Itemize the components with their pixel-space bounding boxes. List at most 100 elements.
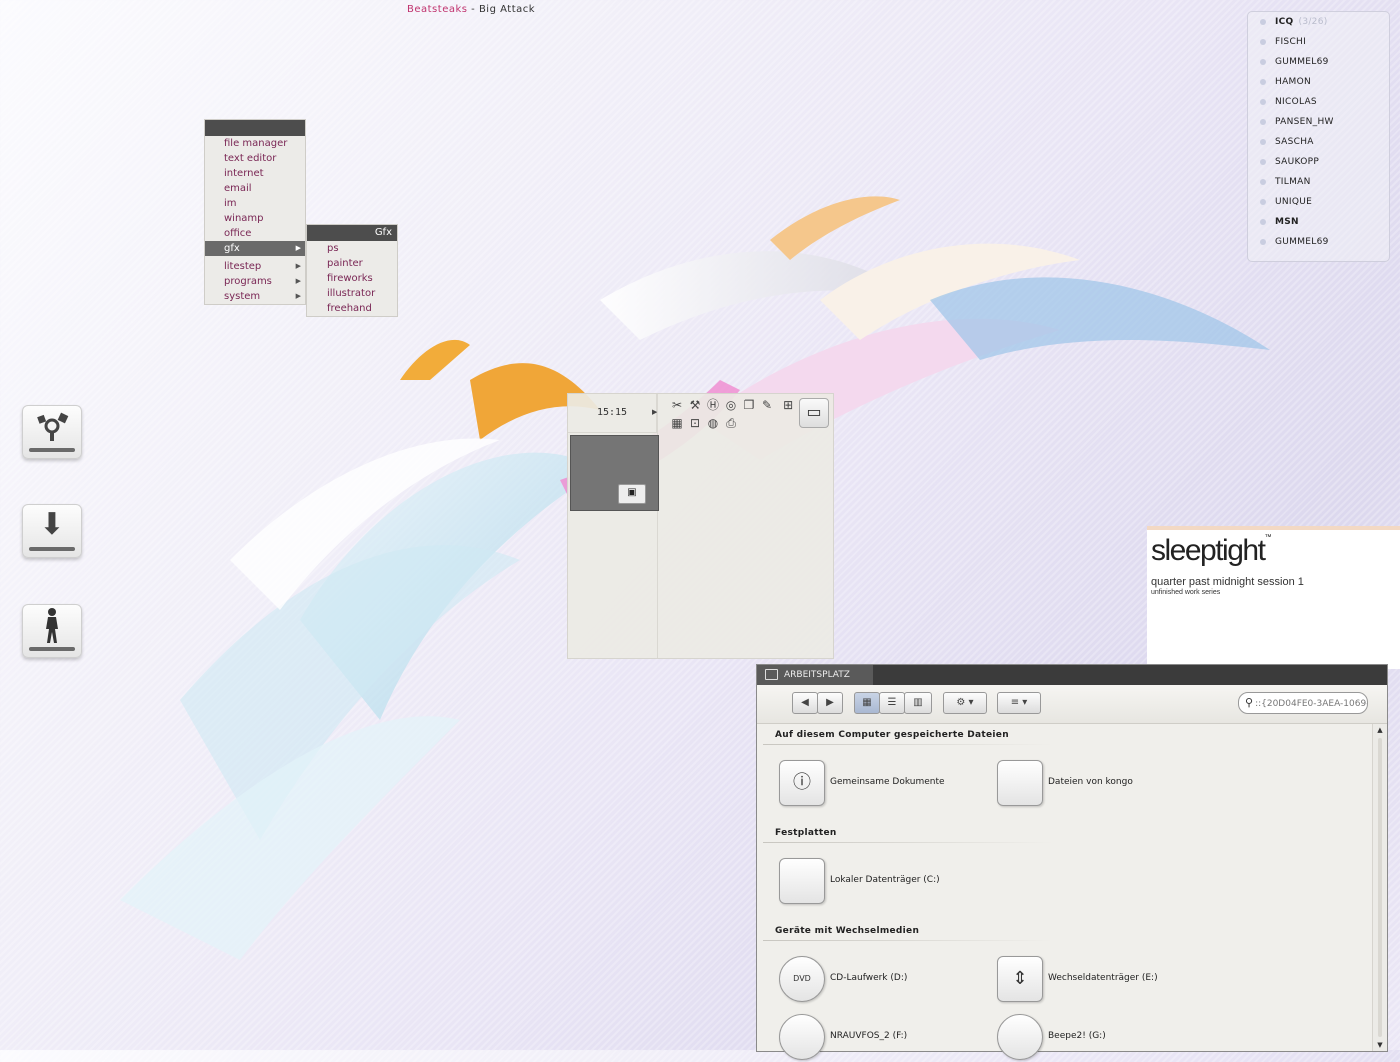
menu-item-internet[interactable]: internet: [205, 166, 305, 181]
tray-h-icon[interactable]: Ⓗ: [705, 397, 721, 413]
address-search-text: ::{20D04FE0-3AEA-1069-A2D8-08002B30309D}: [1255, 699, 1367, 709]
scroll-up-icon[interactable]: ▲: [1373, 726, 1387, 734]
submenu-item-freehand[interactable]: freehand: [307, 301, 397, 316]
buddy-item[interactable]: HAMON: [1248, 72, 1389, 92]
address-search-field[interactable]: ⚲::{20D04FE0-3AEA-1069-A2D8-08002B30309D…: [1238, 692, 1368, 714]
submenu-item-fireworks[interactable]: fireworks: [307, 271, 397, 286]
buddy-group-msn-label: MSN: [1275, 217, 1299, 227]
menu-item-text-editor[interactable]: text editor: [205, 151, 305, 166]
show-desktop-button[interactable]: ▭: [799, 398, 829, 428]
brand-logo: sleeptight™: [1151, 534, 1271, 568]
search-icon: ⚲: [1245, 696, 1254, 709]
buddy-name: UNIQUE: [1275, 197, 1313, 207]
window-titlebar[interactable]: ARBEITSPLATZ: [757, 665, 1387, 685]
buddy-item[interactable]: GUMMEL69: [1248, 52, 1389, 72]
view-columns-button[interactable]: ▥: [904, 692, 932, 714]
status-dot-icon: [1260, 39, 1266, 45]
menu-item-winamp[interactable]: winamp: [205, 211, 305, 226]
drive-slot: [29, 547, 75, 551]
disc-icon: [779, 1014, 825, 1060]
buddy-item[interactable]: GUMMEL69: [1248, 232, 1389, 252]
window-toolbar: ◀ ▶ ▦ ☰ ▥ ⚙ ▾ ≡ ▾ ⚲::{20D04FE0-3AEA-1069…: [757, 685, 1387, 724]
launcher-menu-header: [205, 120, 305, 136]
tray-network-icon[interactable]: ⊞: [780, 397, 796, 413]
menu-item-system[interactable]: system ▶: [205, 289, 305, 304]
window-title-tab[interactable]: ARBEITSPLATZ: [757, 665, 873, 685]
section-removable: Geräte mit Wechselmedien: [775, 926, 920, 936]
menu-item-office[interactable]: office: [205, 226, 305, 241]
status-dot-icon: [1260, 199, 1266, 205]
buddy-group-msn[interactable]: MSN: [1248, 212, 1389, 232]
now-playing-title: - Big Attack: [467, 4, 536, 15]
download-drive-icon[interactable]: ⬇: [22, 504, 82, 558]
view-icons-button[interactable]: ▦: [854, 692, 880, 714]
buddy-item[interactable]: PANSEN_HW: [1248, 112, 1389, 132]
menu-item-programs-label: programs: [224, 276, 272, 287]
scroll-down-icon[interactable]: ▼: [1373, 1041, 1387, 1049]
buddy-name: GUMMEL69: [1275, 57, 1329, 67]
folder-shared-documents-label: Gemeinsame Dokumente: [830, 777, 945, 787]
menu-item-litestep[interactable]: litestep ▶: [205, 259, 305, 274]
view-list-button[interactable]: ☰: [879, 692, 905, 714]
buddy-name: GUMMEL69: [1275, 237, 1329, 247]
buddy-name: HAMON: [1275, 77, 1312, 87]
menu-item-gfx[interactable]: gfx ▶: [205, 241, 305, 256]
buddy-item[interactable]: SASCHA: [1248, 132, 1389, 152]
tray-globe-icon[interactable]: ◍: [705, 415, 721, 431]
section-disks: Festplatten: [775, 828, 837, 838]
firewire-icon: [37, 412, 69, 441]
gfx-submenu-title: Gfx: [307, 225, 397, 241]
back-button[interactable]: ◀: [792, 692, 818, 714]
drive-d-label: CD-Laufwerk (D:): [830, 973, 908, 983]
buddy-name: NICOLAS: [1275, 97, 1317, 107]
window-thumbnail-icon: ▣: [618, 484, 646, 504]
buddy-list: ICQ (3/26) FISCHI GUMMEL69 HAMON NICOLAS …: [1247, 11, 1390, 262]
tray-monitor-icon[interactable]: ▦: [669, 415, 685, 431]
status-dot-icon: [1260, 239, 1266, 245]
forward-button[interactable]: ▶: [817, 692, 843, 714]
tray-printer-icon[interactable]: ⎙: [723, 415, 739, 431]
menu-item-im[interactable]: im: [205, 196, 305, 211]
buddy-group-icq[interactable]: ICQ (3/26): [1248, 12, 1389, 32]
folder-icon: [997, 760, 1043, 806]
submenu-item-painter[interactable]: painter: [307, 256, 397, 271]
section-rule: [763, 940, 1053, 941]
arrange-button[interactable]: ≡ ▾: [997, 692, 1041, 714]
status-dot-icon: [1260, 139, 1266, 145]
status-dot-icon: [1260, 59, 1266, 65]
submenu-item-illustrator[interactable]: illustrator: [307, 286, 397, 301]
tray-pen-icon[interactable]: ✎: [759, 397, 775, 413]
menu-item-programs[interactable]: programs ▶: [205, 274, 305, 289]
tray-scissors-icon[interactable]: ✂: [669, 397, 685, 413]
figure-icon: [46, 608, 58, 643]
download-arrow-icon: ⬇: [39, 507, 65, 542]
buddy-item[interactable]: UNIQUE: [1248, 192, 1389, 212]
tray-window-icon[interactable]: ❐: [741, 397, 757, 413]
buddy-item[interactable]: NICOLAS: [1248, 92, 1389, 112]
buddy-item[interactable]: TILMAN: [1248, 172, 1389, 192]
clock: 15:15: [568, 394, 657, 433]
buddy-name: SASCHA: [1275, 137, 1314, 147]
tray-tools-icon[interactable]: ⚒: [687, 397, 703, 413]
menu-item-email[interactable]: email: [205, 181, 305, 196]
submenu-item-ps[interactable]: ps: [307, 241, 397, 256]
brand-trademark: ™: [1264, 534, 1271, 541]
tray-disc-icon[interactable]: ◎: [723, 397, 739, 413]
firewire-drive-icon[interactable]: [22, 405, 82, 459]
menu-item-file-manager[interactable]: file manager: [205, 136, 305, 151]
vertical-scrollbar[interactable]: ▲ ▼: [1372, 724, 1387, 1051]
buddy-item[interactable]: SAUKOPP: [1248, 152, 1389, 172]
disc-icon: [997, 1014, 1043, 1060]
buddy-group-icq-label: ICQ: [1275, 17, 1294, 27]
brand-logo-text: sleeptight: [1151, 534, 1266, 567]
action-gear-button[interactable]: ⚙ ▾: [943, 692, 987, 714]
tray-lock-icon[interactable]: ⊡: [687, 415, 703, 431]
window-title: ARBEITSPLATZ: [784, 670, 850, 680]
figure-drive-icon[interactable]: [22, 604, 82, 658]
now-playing-label: Beatsteaks - Big Attack: [407, 4, 535, 15]
section-rule: [763, 842, 1053, 843]
scroll-track[interactable]: [1378, 738, 1382, 1037]
submenu-arrow-icon: ▶: [295, 292, 301, 300]
virtual-desktop-1[interactable]: ▣: [570, 435, 659, 511]
buddy-item[interactable]: FISCHI: [1248, 32, 1389, 52]
